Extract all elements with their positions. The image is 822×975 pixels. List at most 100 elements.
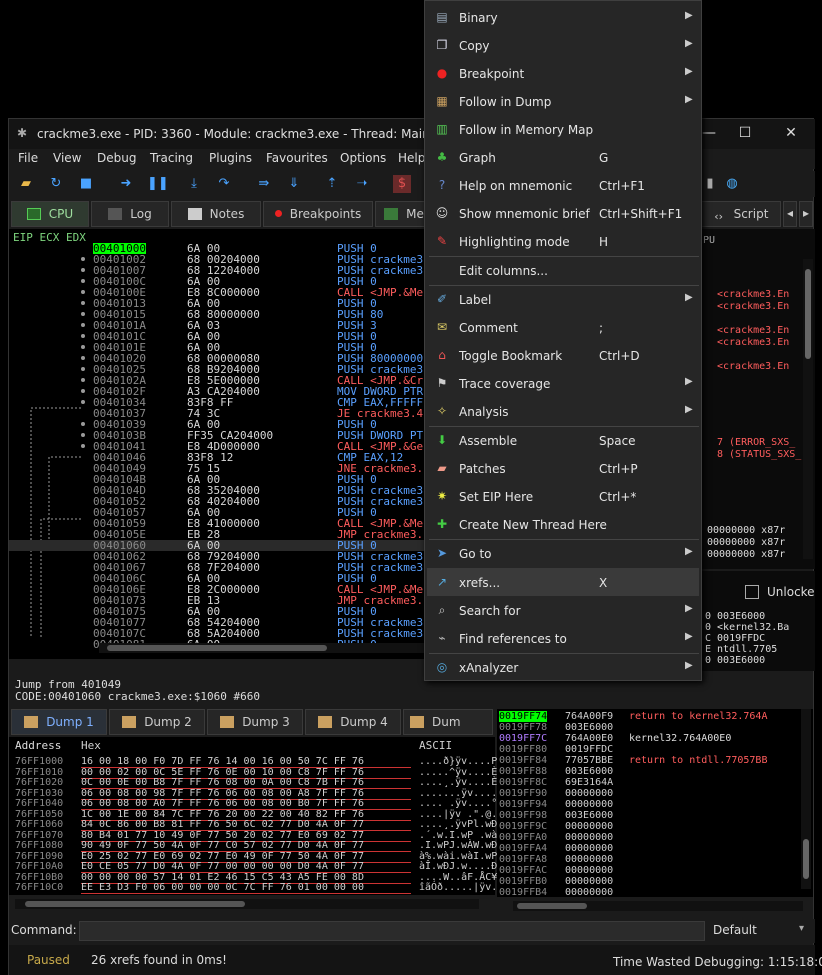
menu-view[interactable]: View xyxy=(53,151,81,165)
menu-favourites[interactable]: Favourites xyxy=(266,151,328,165)
command-input[interactable] xyxy=(79,921,705,941)
context-menu-item-go-to[interactable]: ➤ Go to ▶ xyxy=(427,539,699,567)
dump-row[interactable]: 76FF1080 90 49 0F 77 50 4A 0F 77 C0 57 02… xyxy=(15,841,515,852)
close-button[interactable]: ✕ xyxy=(781,125,801,143)
context-menu-item-follow-in-dump[interactable]: ▦ Follow in Dump ▶ xyxy=(427,87,699,115)
stack-row[interactable]: 0019FF8C 69E3164A xyxy=(499,777,799,788)
context-menu-item-copy[interactable]: ❐ Copy ▶ xyxy=(427,31,699,59)
context-menu-item-highlighting-mode[interactable]: ✎ Highlighting mode H xyxy=(427,227,699,255)
tab-dump-5[interactable]: Dum xyxy=(403,709,493,735)
scylla-icon[interactable]: $ xyxy=(393,175,411,193)
run-to-user-code-icon[interactable]: ➝ xyxy=(353,175,371,193)
dump-row[interactable]: 76FF1010 00 00 02 00 0C 5E FF 76 0E 00 10… xyxy=(15,767,515,779)
trace-over-icon[interactable]: ⇓ xyxy=(285,175,303,193)
stack-row[interactable]: 0019FF88 003E6000 xyxy=(499,766,799,777)
stack-row[interactable]: 0019FF9C 00000000 xyxy=(499,821,799,832)
tab-breakpoints[interactable]: Breakpoints xyxy=(263,201,373,227)
stack-row[interactable]: 0019FF98 003E6000 xyxy=(499,810,799,821)
context-menu-item-find-references-to[interactable]: ⌁ Find references to ▶ xyxy=(427,624,699,652)
context-menu-item-comment[interactable]: ✉ Comment; xyxy=(427,313,699,341)
context-menu-item-breakpoint[interactable]: ● Breakpoint ▶ xyxy=(427,59,699,87)
stack-row[interactable]: 0019FFAC 00000000 xyxy=(499,865,799,876)
context-menu-item-analysis[interactable]: ✧ Analysis ▶ xyxy=(427,397,699,425)
tab-cpu[interactable]: CPU xyxy=(11,201,89,227)
run-icon[interactable]: ➜ xyxy=(117,175,135,193)
tab-scroll-left[interactable]: ◂ xyxy=(783,201,797,227)
tab-dump-3[interactable]: Dump 3 xyxy=(207,709,303,735)
context-menu-item-binary[interactable]: ▤ Binary ▶ xyxy=(427,3,699,31)
tab-dump-1[interactable]: Dump 1 xyxy=(11,709,107,735)
context-menu-item-label[interactable]: ✐ Label ▶ xyxy=(427,285,699,313)
execute-till-return-icon[interactable]: ⇡ xyxy=(323,175,341,193)
open-icon[interactable]: ▰ xyxy=(17,175,35,193)
stack-view[interactable]: 0019FF74 764A00F9 return to kernel32.764A 0… xyxy=(497,709,813,898)
pause-icon[interactable]: ❚❚ xyxy=(147,175,169,193)
tab-dump-4[interactable]: Dump 4 xyxy=(305,709,401,735)
maximize-button[interactable]: ☐ xyxy=(735,125,755,143)
command-mode-select[interactable]: Default xyxy=(713,923,757,937)
menu-plugins[interactable]: Plugins xyxy=(209,151,252,165)
context-menu-item-create-new-thread-here[interactable]: ✚ Create New Thread Here xyxy=(427,510,699,538)
context-menu-item-patches[interactable]: ▰ Patches Ctrl+P xyxy=(427,454,699,482)
stack-row[interactable]: 0019FFB4 00000000 xyxy=(499,887,799,898)
restart-icon[interactable]: ↻ xyxy=(47,175,65,193)
chevron-down-icon[interactable]: ▾ xyxy=(799,923,804,934)
unlock-checkbox[interactable] xyxy=(745,585,759,599)
context-menu-item-xrefs[interactable]: ↗ xrefs... X xyxy=(427,568,699,596)
menu-help[interactable]: Help xyxy=(398,151,425,165)
step-over-icon[interactable]: ↷ xyxy=(215,175,233,193)
calculator-icon[interactable]: ▮ xyxy=(701,175,719,193)
stack-scrollbar[interactable] xyxy=(801,709,811,889)
minimize-button[interactable]: — xyxy=(699,125,719,143)
stack-row[interactable]: 0019FF78 003E6000 xyxy=(499,722,799,733)
dump-row[interactable]: 76FF10B0 00 00 00 00 57 14 01 E2 46 15 C5… xyxy=(15,872,515,884)
stack-row[interactable]: 0019FFA4 00000000 xyxy=(499,843,799,854)
menu-debug[interactable]: Debug xyxy=(97,151,136,165)
context-menu-item-set-eip-here[interactable]: ✷ Set EIP Here Ctrl+* xyxy=(427,482,699,510)
stack-row[interactable]: 0019FFA8 00000000 xyxy=(499,854,799,865)
trace-into-icon[interactable]: ⇛ xyxy=(255,175,273,193)
context-menu-item-help-on-mnemonic[interactable]: ? Help on mnemonic Ctrl+F1 xyxy=(427,171,699,199)
context-menu-item-trace-coverage[interactable]: ⚑ Trace coverage ▶ xyxy=(427,369,699,397)
context-menu-item-show-mnemonic-brief[interactable]: ☺ Show mnemonic brief Ctrl+Shift+F1 xyxy=(427,199,699,227)
menu-options[interactable]: Options xyxy=(340,151,386,165)
tab-log[interactable]: Log xyxy=(91,201,169,227)
context-menu-item-xanalyzer[interactable]: ◎ xAnalyzer ▶ xyxy=(427,653,699,681)
hex-dump-view[interactable]: Address Hex ASCII 76FF1000 16 00 18 00 F0 7… xyxy=(9,737,521,909)
tab-scroll-right[interactable]: ▸ xyxy=(799,201,813,227)
step-into-icon[interactable]: ⤓ xyxy=(185,175,203,193)
stack-row[interactable]: 0019FF84 77057BBE return to ntdll.77057BB xyxy=(499,755,799,766)
stack-row[interactable]: 0019FFA0 00000000 xyxy=(499,832,799,843)
context-menu-item-graph[interactable]: ♣ Graph G xyxy=(427,143,699,171)
stop-icon[interactable]: ■ xyxy=(77,175,95,193)
context-menu-item-toggle-bookmark[interactable]: ⌂ Toggle Bookmark Ctrl+D xyxy=(427,341,699,369)
dump-row[interactable]: 76FF1090 E0 25 02 77 E0 69 02 77 E0 49 0F… xyxy=(15,851,515,863)
dump-row[interactable]: 76FF1000 16 00 18 00 F0 7D FF 76 14 00 16… xyxy=(15,757,515,768)
dump-row[interactable]: 76FF1030 06 00 08 00 98 7F FF 76 06 00 08… xyxy=(15,788,521,800)
context-menu-item-edit-columns[interactable]: Edit columns... xyxy=(427,256,699,284)
globe-icon[interactable]: ◍ xyxy=(723,175,741,193)
dump-row[interactable]: 76FF1050 1C 00 1E 00 84 7C FF 76 20 00 22… xyxy=(15,809,509,821)
dump-hscrollbar[interactable] xyxy=(15,899,479,909)
stack-hscrollbar[interactable] xyxy=(513,901,803,911)
context-menu-item-assemble[interactable]: ⬇ Assemble Space xyxy=(427,426,699,454)
menu-tracing[interactable]: Tracing xyxy=(150,151,193,165)
dump-row[interactable]: 76FF10A0 E0 CE 05 77 D0 4A 0F 77 00 00 00… xyxy=(15,862,515,873)
dump-row[interactable]: 76FF1040 06 00 08 00 A0 7F FF 76 06 00 08… xyxy=(15,799,515,810)
stack-row[interactable]: 0019FF7C 764A00E0 kernel32.764A00E0 xyxy=(499,733,799,744)
stack-row[interactable]: 0019FF74 764A00F9 return to kernel32.764A xyxy=(499,711,799,722)
context-menu-item-follow-in-memory-map[interactable]: ▥ Follow in Memory Map xyxy=(427,115,699,143)
menu-file[interactable]: File xyxy=(18,151,38,165)
stack-row[interactable]: 0019FF90 00000000 xyxy=(499,788,799,799)
dump-row[interactable]: 76FF10C0 EE E3 D3 F0 06 00 00 00 0C 7C FF… xyxy=(15,883,515,894)
tab-notes[interactable]: Notes xyxy=(171,201,261,227)
dump-row[interactable]: 76FF1060 84 0C 86 00 B8 81 FF 76 50 6C 02… xyxy=(15,820,515,831)
stack-row[interactable]: 0019FFB0 00000000 xyxy=(499,876,799,887)
tab-dump-2[interactable]: Dump 2 xyxy=(109,709,205,735)
context-menu-item-search-for[interactable]: ⌕ Search for ▶ xyxy=(427,596,699,624)
dump-row[interactable]: 76FF1070 80 B4 01 77 10 49 0F 77 50 20 02… xyxy=(15,830,515,842)
tab-script[interactable]: ‹› Script xyxy=(699,201,781,227)
registers-scrollbar[interactable] xyxy=(803,259,813,559)
stack-row[interactable]: 0019FF80 0019FFDC xyxy=(499,744,799,755)
dump-row[interactable]: 76FF1020 0C 00 0E 00 B8 7F FF 76 08 00 0A… xyxy=(15,778,515,789)
